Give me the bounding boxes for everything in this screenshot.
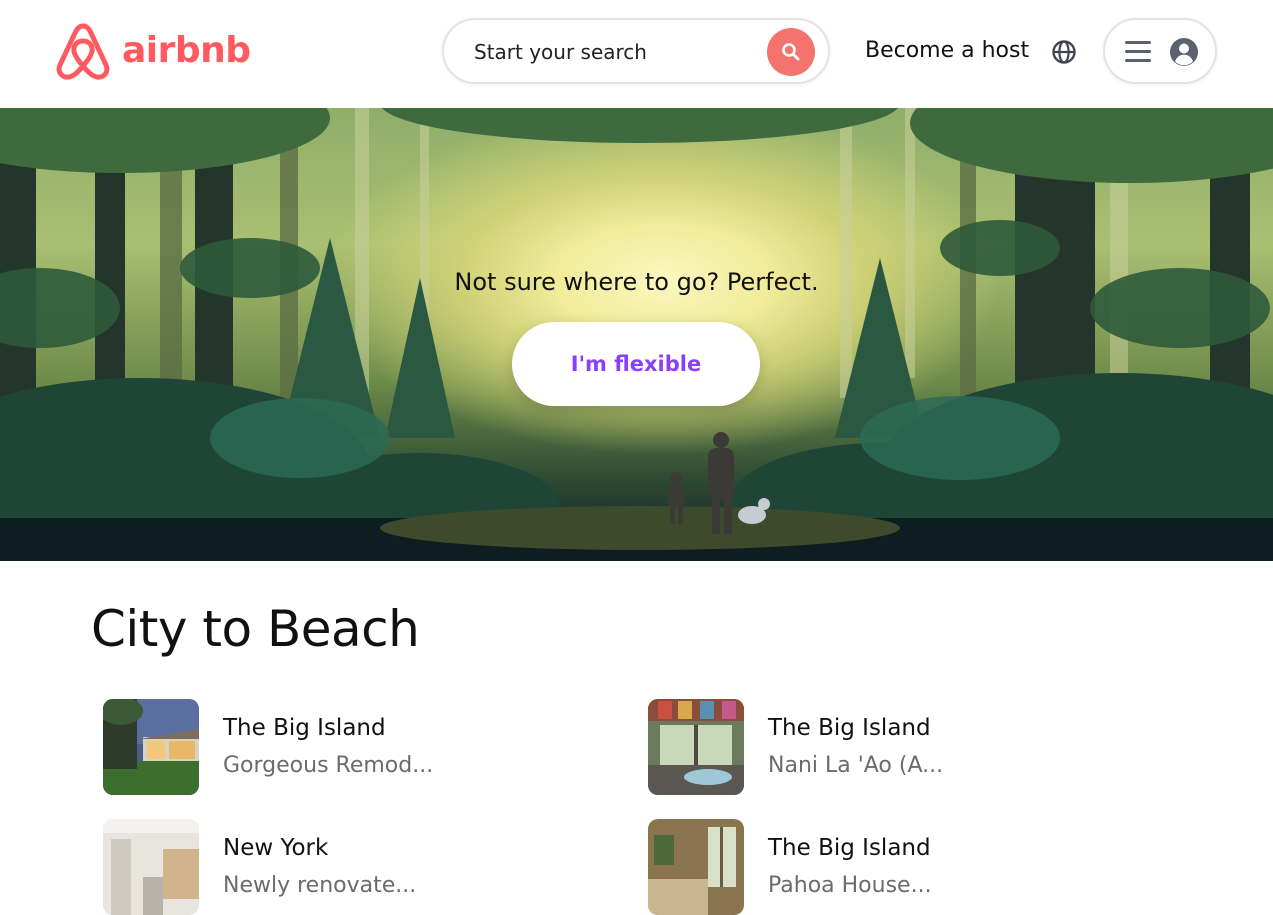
- hero-banner: Not sure where to go? Perfect. I'm flexi…: [0, 108, 1273, 561]
- listing-card[interactable]: New York Newly renovate...: [103, 819, 543, 915]
- top-navbar: airbnb Become a host: [0, 0, 1273, 108]
- listing-location: The Big Island: [768, 835, 931, 861]
- search-button[interactable]: [767, 28, 815, 76]
- user-menu-button[interactable]: [1103, 18, 1217, 84]
- listing-description: Nani La 'Ao (A...: [768, 753, 944, 778]
- section-title: City to Beach: [91, 600, 420, 658]
- search-bar[interactable]: [442, 18, 830, 84]
- search-input[interactable]: [474, 34, 774, 70]
- language-button[interactable]: [1051, 39, 1077, 65]
- listing-description: Gorgeous Remod...: [223, 753, 434, 778]
- hamburger-icon: [1125, 41, 1151, 63]
- listing-thumbnail: [103, 819, 199, 915]
- listing-description: Newly renovate...: [223, 873, 417, 898]
- listing-description: Pahoa House...: [768, 873, 932, 898]
- listing-thumbnail: [103, 699, 199, 795]
- listing-thumbnail: [648, 819, 744, 915]
- airbnb-logo-icon: [56, 23, 110, 80]
- logo-text: airbnb: [122, 30, 251, 71]
- search-icon: [782, 43, 800, 61]
- listing-location: The Big Island: [768, 715, 931, 741]
- listing-card[interactable]: The Big Island Gorgeous Remod...: [103, 699, 543, 795]
- globe-icon: [1052, 40, 1076, 64]
- user-avatar-icon: [1170, 38, 1198, 66]
- listing-card[interactable]: The Big Island Nani La 'Ao (A...: [648, 699, 1088, 795]
- listing-thumbnail: [648, 699, 744, 795]
- hero-tagline: Not sure where to go? Perfect.: [454, 268, 819, 296]
- listing-location: New York: [223, 835, 329, 861]
- listing-card[interactable]: The Big Island Pahoa House...: [648, 819, 1088, 915]
- become-a-host-link[interactable]: Become a host: [865, 38, 1029, 63]
- im-flexible-button[interactable]: I'm flexible: [512, 322, 760, 406]
- airbnb-logo[interactable]: airbnb: [54, 20, 251, 82]
- listing-location: The Big Island: [223, 715, 386, 741]
